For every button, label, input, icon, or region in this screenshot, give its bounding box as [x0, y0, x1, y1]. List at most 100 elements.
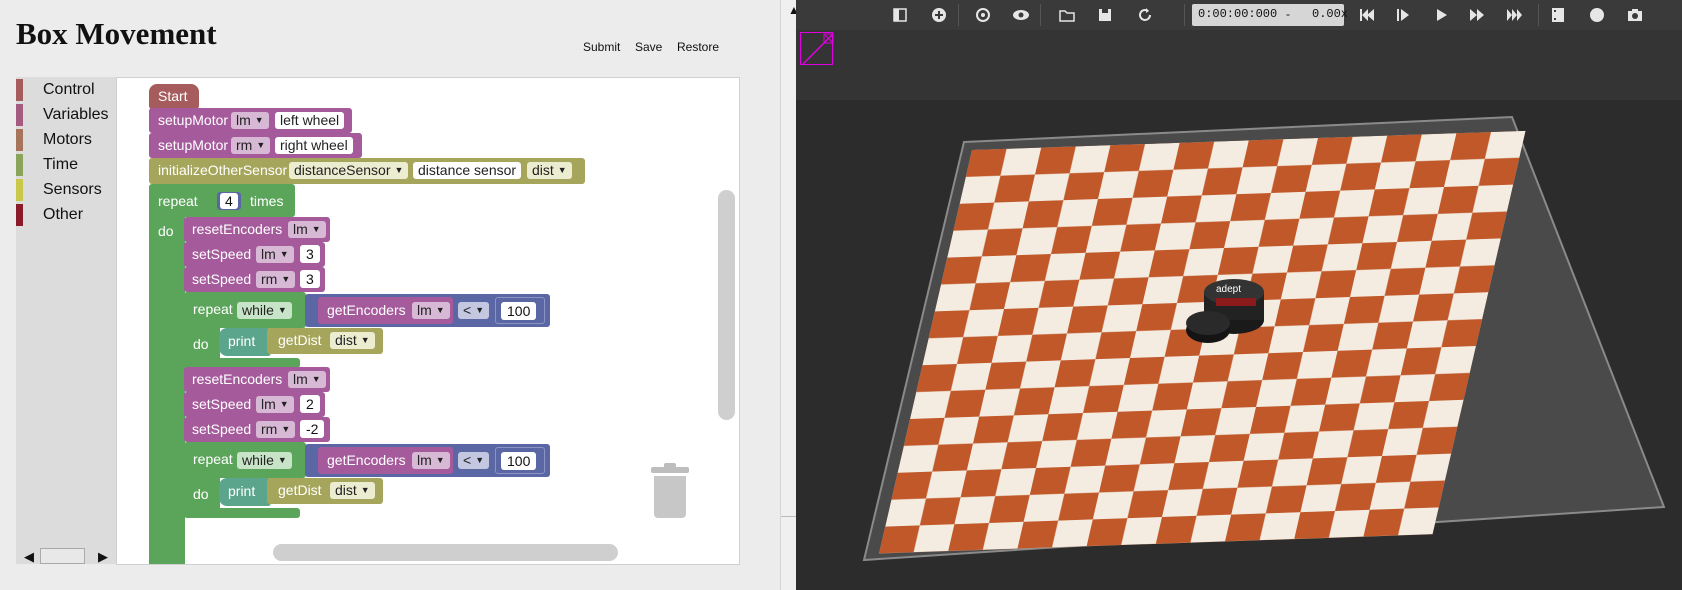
scroll-left-icon[interactable]: ◀ [24, 549, 34, 565]
3d-scene-view[interactable]: adept [796, 30, 1682, 590]
init-sensor-block[interactable]: initializeOtherSensor distanceSensor ▼ di… [149, 158, 585, 184]
number-block[interactable]: 100 [495, 297, 545, 324]
scrollbar-thumb[interactable] [40, 548, 85, 564]
category-control[interactable]: Control [16, 79, 116, 101]
get-dist-block[interactable]: getDist dist ▼ [267, 478, 383, 504]
toolbar-separator [1538, 4, 1539, 26]
chevron-down-icon: ▼ [279, 249, 289, 259]
save-icon[interactable] [1096, 6, 1114, 24]
setup-motor-block[interactable]: setupMotor rm ▼ right wheel [149, 133, 362, 158]
compare-block[interactable]: getEncoders lm ▼ < ▼ 100 [305, 294, 550, 327]
setup-motor-block[interactable]: setupMotor lm ▼ left wheel [149, 108, 352, 133]
operator-dropdown[interactable]: < ▼ [458, 452, 490, 469]
step-back-icon[interactable] [1358, 6, 1376, 24]
fastest-icon[interactable] [1506, 6, 1524, 24]
get-encoders-block[interactable]: getEncoders lm ▼ [318, 447, 453, 474]
print-block[interactable]: print [219, 328, 271, 356]
category-sensors[interactable]: Sensors [16, 179, 116, 201]
number-block[interactable]: 100 [495, 447, 545, 474]
open-folder-icon[interactable] [1058, 6, 1076, 24]
simulation-clock: 0:00:00:000 - 0.00x [1192, 4, 1348, 26]
reload-icon[interactable] [1136, 6, 1154, 24]
chevron-down-icon: ▼ [394, 165, 404, 175]
sensor-name-field[interactable]: distance sensor [413, 162, 522, 179]
block-label: times [250, 193, 284, 209]
category-label: Variables [43, 106, 109, 123]
motor-dropdown[interactable]: rm ▼ [256, 421, 296, 438]
set-speed-block[interactable]: setSpeed lm ▼ 2 [184, 392, 325, 417]
speed-input[interactable]: 3 [300, 270, 320, 288]
chevron-down-icon: ▼ [360, 335, 370, 345]
workspace-vertical-scrollbar[interactable] [718, 190, 735, 420]
speed-input[interactable]: 3 [300, 245, 320, 263]
sensor-var-dropdown[interactable]: dist ▼ [527, 162, 572, 179]
add-object-icon[interactable] [930, 6, 948, 24]
chevron-down-icon: ▼ [435, 455, 445, 465]
motor-dropdown[interactable]: lm ▼ [256, 246, 294, 263]
fast-forward-icon[interactable] [1468, 6, 1486, 24]
compare-block[interactable]: getEncoders lm ▼ < ▼ 100 [305, 444, 550, 477]
motor-dropdown[interactable]: lm ▼ [256, 396, 294, 413]
set-speed-block[interactable]: setSpeed rm ▼ -2 [184, 417, 330, 442]
speed-input[interactable]: 2 [300, 395, 320, 413]
submit-button[interactable]: Submit [583, 40, 620, 54]
loop-mode-dropdown[interactable]: while ▼ [237, 452, 292, 469]
eye-icon[interactable] [1012, 6, 1030, 24]
toolbox-scrollbar[interactable]: ◀ ▶ [16, 547, 116, 566]
chevron-down-icon: ▼ [435, 305, 445, 315]
category-variables[interactable]: Variables [16, 104, 116, 126]
motor-dropdown[interactable]: rm ▼ [256, 271, 296, 288]
motor-dropdown[interactable]: lm ▼ [412, 302, 450, 319]
motor-dropdown[interactable]: lm ▼ [288, 221, 326, 238]
trash-icon[interactable] [651, 463, 689, 518]
toggle-panel-icon[interactable] [891, 6, 909, 24]
operator-dropdown[interactable]: < ▼ [458, 302, 490, 319]
restore-button[interactable]: Restore [677, 40, 719, 54]
chevron-down-icon: ▼ [277, 455, 287, 465]
get-dist-block[interactable]: getDist dist ▼ [267, 328, 383, 354]
speed-input[interactable]: -2 [300, 420, 325, 438]
category-swatch [16, 204, 23, 226]
reset-encoders-block[interactable]: resetEncoders lm ▼ [184, 367, 330, 392]
step-icon[interactable] [1394, 6, 1412, 24]
dropdown-value: lm [417, 302, 432, 318]
start-block[interactable]: Start [149, 84, 199, 109]
record-icon[interactable] [1588, 6, 1606, 24]
motor-name-field[interactable]: right wheel [275, 137, 353, 154]
motor-dropdown[interactable]: lm ▼ [288, 371, 326, 388]
print-block[interactable]: print [219, 478, 271, 506]
record-movie-icon[interactable] [1549, 6, 1567, 24]
motor-dropdown[interactable]: lm ▼ [231, 112, 269, 129]
sensor-type-dropdown[interactable]: distanceSensor ▼ [289, 162, 409, 179]
category-swatch [16, 104, 23, 126]
loop-mode-dropdown[interactable]: while ▼ [237, 302, 292, 319]
category-motors[interactable]: Motors [16, 129, 116, 151]
robot-label: adept [1216, 284, 1241, 295]
set-speed-block[interactable]: setSpeed rm ▼ 3 [184, 267, 325, 292]
repeat-count-block[interactable]: 4 [217, 192, 241, 210]
compare-value-input[interactable]: 100 [501, 302, 537, 320]
reset-encoders-block[interactable]: resetEncoders lm ▼ [184, 217, 330, 242]
camera-icon[interactable] [1626, 6, 1644, 24]
reset-view-icon[interactable] [974, 6, 992, 24]
simulator-toolbar: 0:00:00:000 - 0.00x [796, 0, 1682, 30]
chevron-down-icon: ▼ [281, 424, 291, 434]
sensor-var-dropdown[interactable]: dist ▼ [330, 332, 375, 349]
compare-value-input[interactable]: 100 [501, 452, 537, 470]
play-icon[interactable] [1432, 6, 1450, 24]
sensor-var-dropdown[interactable]: dist ▼ [330, 482, 375, 499]
scroll-right-icon[interactable]: ▶ [98, 549, 108, 565]
category-time[interactable]: Time [16, 154, 116, 176]
motor-dropdown[interactable]: rm ▼ [231, 137, 271, 154]
repeat-count-input[interactable]: 4 [220, 193, 238, 209]
block-label: getEncoders [327, 302, 406, 318]
workspace-horizontal-scrollbar[interactable] [273, 544, 618, 561]
block-workspace[interactable]: Start setupMotor lm ▼ left wheel setupMot… [116, 77, 740, 565]
motor-name-field[interactable]: left wheel [275, 112, 345, 129]
category-other[interactable]: Other [16, 204, 116, 226]
save-button[interactable]: Save [635, 40, 662, 54]
motor-dropdown[interactable]: lm ▼ [412, 452, 450, 469]
dropdown-value: lm [293, 221, 308, 237]
get-encoders-block[interactable]: getEncoders lm ▼ [318, 297, 453, 324]
set-speed-block[interactable]: setSpeed lm ▼ 3 [184, 242, 325, 267]
